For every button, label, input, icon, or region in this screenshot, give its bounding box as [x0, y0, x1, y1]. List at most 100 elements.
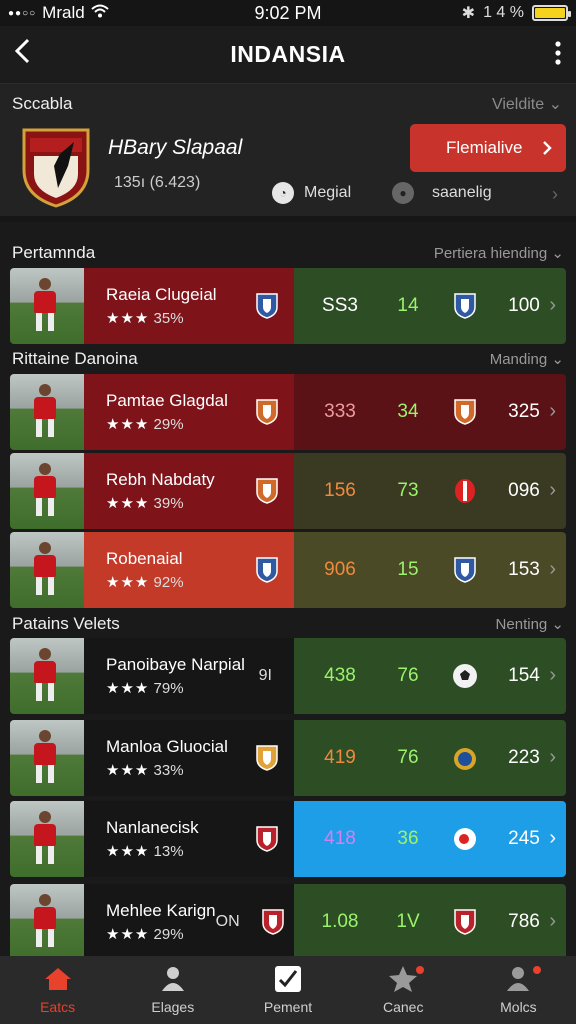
- chevron-right-icon[interactable]: ›: [549, 746, 556, 769]
- player-photo: [10, 638, 84, 714]
- stat-primary: 418: [324, 828, 356, 849]
- player-rating: ★★★ 92%: [106, 574, 184, 591]
- player-stats: 906 15 153 ›: [294, 532, 566, 608]
- notification-dot: [415, 966, 424, 974]
- player-info: Manloa Gluocial ★★★ 33%: [84, 720, 294, 796]
- section-filter[interactable]: Nenting ⌄: [496, 615, 564, 633]
- more-vertical-icon[interactable]: [532, 40, 562, 69]
- club-icon: [430, 744, 500, 772]
- chevron-right-icon[interactable]: ›: [549, 910, 556, 933]
- chevron-right-icon[interactable]: ›: [549, 827, 556, 850]
- stat-secondary: 15: [397, 559, 419, 580]
- club-icon: [430, 826, 500, 852]
- rating-stars: ★★★: [106, 495, 150, 512]
- stat-total: 325: [508, 401, 540, 422]
- rating-stars: ★★★: [106, 926, 150, 943]
- player-row[interactable]: Panoibaye Narpial ★★★ 79% 9I 438 76 154 ›: [10, 638, 566, 714]
- tab-home[interactable]: Eatcs: [0, 956, 115, 1024]
- player-info: Nanlanecisk ★★★ 13%: [84, 801, 294, 877]
- timer-icon: ◔: [272, 182, 294, 204]
- club-icon: [430, 662, 500, 690]
- player-row[interactable]: Nanlanecisk ★★★ 13% 418 36 245 ›: [10, 801, 566, 877]
- player-name: Mehlee Karign: [106, 901, 216, 920]
- featured-chip-1[interactable]: ◔ Megial: [272, 182, 351, 204]
- player-row[interactable]: Robenaial ★★★ 92% 906 15 153 ›: [10, 532, 566, 608]
- page-title: INDANSIA: [230, 41, 346, 67]
- player-photo: [10, 453, 84, 529]
- chevron-right-icon[interactable]: ›: [549, 294, 556, 317]
- stat-secondary: 76: [397, 665, 419, 686]
- notification-dot: [532, 966, 541, 974]
- rating-stars: ★★★: [106, 574, 150, 591]
- bluetooth-icon: ✱: [461, 5, 476, 22]
- club-badge-icon: [256, 745, 278, 771]
- player-photo: [10, 884, 84, 960]
- featured-card: Sccabla Vieldite ⌄ HBary Slapaal 135ı (6…: [0, 84, 576, 222]
- stat-secondary: 34: [397, 401, 419, 422]
- chevron-right-icon[interactable]: ›: [549, 558, 556, 581]
- featured-view-link[interactable]: Vieldite ⌄: [492, 94, 562, 114]
- player-stats: SS3 14 100 ›: [294, 268, 566, 344]
- player-row[interactable]: Pamtae Glagdal ★★★ 29% 333 34 325 ›: [10, 374, 566, 450]
- chevron-right-icon: [543, 141, 552, 155]
- featured-label: Sccabla: [12, 94, 73, 113]
- player-name: Pamtae Glagdal: [106, 391, 228, 410]
- chevron-right-icon[interactable]: ›: [552, 184, 558, 205]
- club-icon: [430, 399, 500, 425]
- stat-total: 100: [508, 295, 540, 316]
- status-bar: ●●○○ Mrald 9:02 PM ✱ 1 4 %: [0, 0, 576, 26]
- wifi-icon: [91, 3, 109, 23]
- stat-primary: SS3: [322, 295, 358, 316]
- section-header-2: Rittaine Danoina Manding ⌄: [0, 342, 576, 376]
- chevron-right-icon[interactable]: ›: [549, 664, 556, 687]
- stat-secondary: 1V: [396, 911, 420, 932]
- stat-primary: 419: [324, 747, 356, 768]
- player-row[interactable]: Raeia Clugeial ★★★ 35% SS3 14 100 ›: [10, 268, 566, 344]
- stat-secondary: 76: [397, 747, 419, 768]
- chevron-right-icon[interactable]: ›: [549, 400, 556, 423]
- rating-stars: ★★★: [106, 416, 150, 433]
- player-info: Robenaial ★★★ 92%: [84, 532, 294, 608]
- player-info: Pamtae Glagdal ★★★ 29%: [84, 374, 294, 450]
- player-info: Mehlee Karign ★★★ 29% ON: [84, 884, 294, 960]
- player-rating: ★★★ 39%: [106, 495, 184, 512]
- checklist-icon: [273, 965, 303, 993]
- tab-profile[interactable]: Molcs: [461, 956, 576, 1024]
- stat-primary: 1.08: [321, 911, 359, 932]
- player-rating: ★★★ 79%: [106, 680, 184, 697]
- featured-chip-2[interactable]: ● saanelig: [392, 182, 492, 204]
- stat-total: 154: [508, 665, 540, 686]
- section-title: Patains Velets: [12, 614, 120, 633]
- club-badge-icon: [256, 478, 278, 504]
- player-photo: [10, 801, 84, 877]
- battery-icon: [532, 5, 571, 21]
- player-name: Rebh Nabdaty: [106, 470, 215, 489]
- player-row[interactable]: Manloa Gluocial ★★★ 33% 419 76 223 ›: [10, 720, 566, 796]
- player-stats: 438 76 154 ›: [294, 638, 566, 714]
- club-badge-icon: [256, 557, 278, 583]
- section-filter[interactable]: Pertiera hiending ⌄: [434, 244, 564, 262]
- player-stats: 418 36 245 ›: [294, 801, 566, 877]
- stat-total: 223: [508, 747, 540, 768]
- section-filter[interactable]: Manding ⌄: [490, 350, 564, 368]
- player-stats: 1.08 1V 786 ›: [294, 884, 566, 960]
- tab-favorites[interactable]: Canec: [346, 956, 461, 1024]
- player-row[interactable]: Mehlee Karign ★★★ 29% ON 1.08 1V 786 ›: [10, 884, 566, 960]
- section-title: Rittaine Danoina: [12, 349, 138, 368]
- featured-action-button[interactable]: Flemialive: [410, 124, 566, 172]
- featured-player-stats: 135ı (6.423): [114, 174, 201, 191]
- player-row[interactable]: Rebh Nabdaty ★★★ 39% 156 73 096 ›: [10, 453, 566, 529]
- tab-players[interactable]: Elages: [115, 956, 230, 1024]
- back-arrow-icon[interactable]: [14, 38, 44, 72]
- section-header-1: Pertamnda Pertiera hiending ⌄: [0, 236, 576, 270]
- club-icon: [430, 557, 500, 583]
- tab-payment[interactable]: Pement: [230, 956, 345, 1024]
- chevron-right-icon[interactable]: ›: [549, 479, 556, 502]
- player-name: Raeia Clugeial: [106, 285, 217, 304]
- tab-bar: Eatcs Elages Pement Canec Molcs: [0, 956, 576, 1024]
- featured-player-name: HBary Slapaal: [108, 136, 243, 159]
- player-photo: [10, 268, 84, 344]
- row-extra: ON: [215, 913, 240, 930]
- user-icon: [158, 965, 188, 993]
- player-stats: 156 73 096 ›: [294, 453, 566, 529]
